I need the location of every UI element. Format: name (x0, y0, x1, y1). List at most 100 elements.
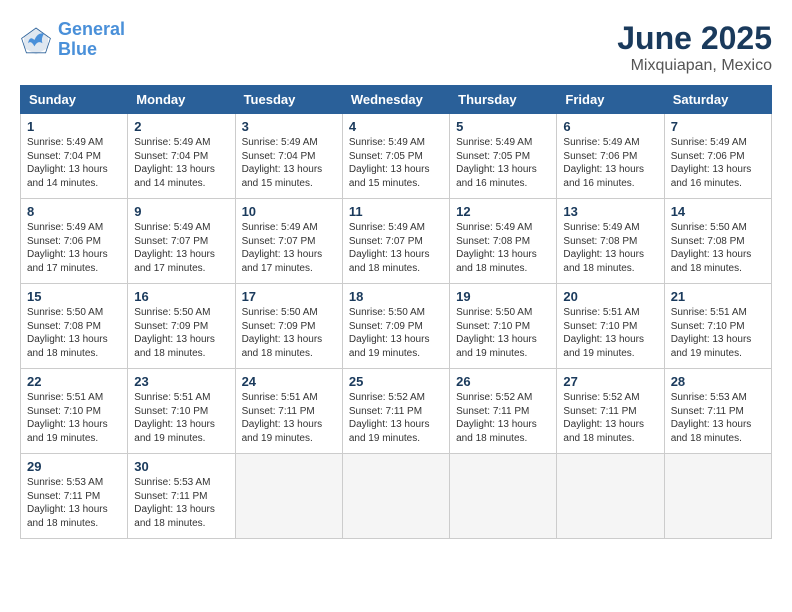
day-cell-6: 6 Sunrise: 5:49 AMSunset: 7:06 PMDayligh… (557, 114, 664, 199)
day-number-20: 20 (563, 289, 657, 304)
day-number-26: 26 (456, 374, 550, 389)
cell-info-3: Sunrise: 5:49 AMSunset: 7:04 PMDaylight:… (242, 137, 323, 189)
cell-info-7: Sunrise: 5:49 AMSunset: 7:06 PMDaylight:… (671, 137, 752, 189)
day-cell-3: 3 Sunrise: 5:49 AMSunset: 7:04 PMDayligh… (235, 114, 342, 199)
header: General Blue June 2025 Mixquiapan, Mexic… (20, 20, 772, 75)
cell-info-18: Sunrise: 5:50 AMSunset: 7:09 PMDaylight:… (349, 307, 430, 359)
day-number-12: 12 (456, 204, 550, 219)
calendar-row-5: 29 Sunrise: 5:53 AMSunset: 7:11 PMDaylig… (21, 454, 772, 539)
title-area: June 2025 Mixquiapan, Mexico (617, 20, 772, 75)
cell-info-26: Sunrise: 5:52 AMSunset: 7:11 PMDaylight:… (456, 392, 537, 444)
empty-cell (557, 454, 664, 539)
day-cell-14: 14 Sunrise: 5:50 AMSunset: 7:08 PMDaylig… (664, 199, 771, 284)
day-cell-18: 18 Sunrise: 5:50 AMSunset: 7:09 PMDaylig… (342, 284, 449, 369)
cell-info-28: Sunrise: 5:53 AMSunset: 7:11 PMDaylight:… (671, 392, 752, 444)
day-cell-27: 27 Sunrise: 5:52 AMSunset: 7:11 PMDaylig… (557, 369, 664, 454)
day-number-7: 7 (671, 119, 765, 134)
calendar-row-4: 22 Sunrise: 5:51 AMSunset: 7:10 PMDaylig… (21, 369, 772, 454)
cell-info-2: Sunrise: 5:49 AMSunset: 7:04 PMDaylight:… (134, 137, 215, 189)
cell-info-30: Sunrise: 5:53 AMSunset: 7:11 PMDaylight:… (134, 477, 215, 529)
day-cell-25: 25 Sunrise: 5:52 AMSunset: 7:11 PMDaylig… (342, 369, 449, 454)
cell-info-23: Sunrise: 5:51 AMSunset: 7:10 PMDaylight:… (134, 392, 215, 444)
logo-general: General (58, 19, 125, 39)
day-cell-11: 11 Sunrise: 5:49 AMSunset: 7:07 PMDaylig… (342, 199, 449, 284)
day-cell-5: 5 Sunrise: 5:49 AMSunset: 7:05 PMDayligh… (450, 114, 557, 199)
day-cell-17: 17 Sunrise: 5:50 AMSunset: 7:09 PMDaylig… (235, 284, 342, 369)
cell-info-22: Sunrise: 5:51 AMSunset: 7:10 PMDaylight:… (27, 392, 108, 444)
cell-info-12: Sunrise: 5:49 AMSunset: 7:08 PMDaylight:… (456, 222, 537, 274)
day-number-19: 19 (456, 289, 550, 304)
day-cell-22: 22 Sunrise: 5:51 AMSunset: 7:10 PMDaylig… (21, 369, 128, 454)
cell-info-20: Sunrise: 5:51 AMSunset: 7:10 PMDaylight:… (563, 307, 644, 359)
day-number-5: 5 (456, 119, 550, 134)
day-cell-9: 9 Sunrise: 5:49 AMSunset: 7:07 PMDayligh… (128, 199, 235, 284)
day-number-14: 14 (671, 204, 765, 219)
day-cell-30: 30 Sunrise: 5:53 AMSunset: 7:11 PMDaylig… (128, 454, 235, 539)
col-friday: Friday (557, 86, 664, 114)
day-number-30: 30 (134, 459, 228, 474)
day-cell-10: 10 Sunrise: 5:49 AMSunset: 7:07 PMDaylig… (235, 199, 342, 284)
calendar-row-1: 1 Sunrise: 5:49 AMSunset: 7:04 PMDayligh… (21, 114, 772, 199)
day-number-18: 18 (349, 289, 443, 304)
logo-icon (20, 24, 52, 56)
cell-info-13: Sunrise: 5:49 AMSunset: 7:08 PMDaylight:… (563, 222, 644, 274)
cell-info-9: Sunrise: 5:49 AMSunset: 7:07 PMDaylight:… (134, 222, 215, 274)
col-tuesday: Tuesday (235, 86, 342, 114)
cell-info-1: Sunrise: 5:49 AMSunset: 7:04 PMDaylight:… (27, 137, 108, 189)
day-cell-20: 20 Sunrise: 5:51 AMSunset: 7:10 PMDaylig… (557, 284, 664, 369)
cell-info-4: Sunrise: 5:49 AMSunset: 7:05 PMDaylight:… (349, 137, 430, 189)
day-number-10: 10 (242, 204, 336, 219)
cell-info-24: Sunrise: 5:51 AMSunset: 7:11 PMDaylight:… (242, 392, 323, 444)
day-cell-7: 7 Sunrise: 5:49 AMSunset: 7:06 PMDayligh… (664, 114, 771, 199)
day-number-9: 9 (134, 204, 228, 219)
day-number-8: 8 (27, 204, 121, 219)
day-cell-12: 12 Sunrise: 5:49 AMSunset: 7:08 PMDaylig… (450, 199, 557, 284)
calendar-table: Sunday Monday Tuesday Wednesday Thursday… (20, 85, 772, 539)
col-wednesday: Wednesday (342, 86, 449, 114)
cell-info-6: Sunrise: 5:49 AMSunset: 7:06 PMDaylight:… (563, 137, 644, 189)
day-cell-23: 23 Sunrise: 5:51 AMSunset: 7:10 PMDaylig… (128, 369, 235, 454)
cell-info-8: Sunrise: 5:49 AMSunset: 7:06 PMDaylight:… (27, 222, 108, 274)
empty-cell (664, 454, 771, 539)
logo-blue: Blue (58, 39, 97, 59)
day-cell-29: 29 Sunrise: 5:53 AMSunset: 7:11 PMDaylig… (21, 454, 128, 539)
col-saturday: Saturday (664, 86, 771, 114)
cell-info-25: Sunrise: 5:52 AMSunset: 7:11 PMDaylight:… (349, 392, 430, 444)
cell-info-16: Sunrise: 5:50 AMSunset: 7:09 PMDaylight:… (134, 307, 215, 359)
day-number-11: 11 (349, 204, 443, 219)
empty-cell (342, 454, 449, 539)
cell-info-19: Sunrise: 5:50 AMSunset: 7:10 PMDaylight:… (456, 307, 537, 359)
calendar-row-3: 15 Sunrise: 5:50 AMSunset: 7:08 PMDaylig… (21, 284, 772, 369)
empty-cell (450, 454, 557, 539)
day-number-29: 29 (27, 459, 121, 474)
empty-cell (235, 454, 342, 539)
cell-info-10: Sunrise: 5:49 AMSunset: 7:07 PMDaylight:… (242, 222, 323, 274)
day-number-13: 13 (563, 204, 657, 219)
cell-info-17: Sunrise: 5:50 AMSunset: 7:09 PMDaylight:… (242, 307, 323, 359)
day-cell-24: 24 Sunrise: 5:51 AMSunset: 7:11 PMDaylig… (235, 369, 342, 454)
cell-info-27: Sunrise: 5:52 AMSunset: 7:11 PMDaylight:… (563, 392, 644, 444)
day-cell-8: 8 Sunrise: 5:49 AMSunset: 7:06 PMDayligh… (21, 199, 128, 284)
logo-text: General Blue (58, 20, 125, 60)
day-number-23: 23 (134, 374, 228, 389)
day-number-6: 6 (563, 119, 657, 134)
day-number-1: 1 (27, 119, 121, 134)
day-number-24: 24 (242, 374, 336, 389)
calendar-subtitle: Mixquiapan, Mexico (617, 57, 772, 75)
day-cell-13: 13 Sunrise: 5:49 AMSunset: 7:08 PMDaylig… (557, 199, 664, 284)
day-number-22: 22 (27, 374, 121, 389)
col-monday: Monday (128, 86, 235, 114)
day-number-3: 3 (242, 119, 336, 134)
day-number-2: 2 (134, 119, 228, 134)
cell-info-11: Sunrise: 5:49 AMSunset: 7:07 PMDaylight:… (349, 222, 430, 274)
day-number-28: 28 (671, 374, 765, 389)
cell-info-14: Sunrise: 5:50 AMSunset: 7:08 PMDaylight:… (671, 222, 752, 274)
cell-info-5: Sunrise: 5:49 AMSunset: 7:05 PMDaylight:… (456, 137, 537, 189)
day-cell-16: 16 Sunrise: 5:50 AMSunset: 7:09 PMDaylig… (128, 284, 235, 369)
day-cell-26: 26 Sunrise: 5:52 AMSunset: 7:11 PMDaylig… (450, 369, 557, 454)
day-number-25: 25 (349, 374, 443, 389)
day-cell-1: 1 Sunrise: 5:49 AMSunset: 7:04 PMDayligh… (21, 114, 128, 199)
day-number-17: 17 (242, 289, 336, 304)
day-number-21: 21 (671, 289, 765, 304)
calendar-row-2: 8 Sunrise: 5:49 AMSunset: 7:06 PMDayligh… (21, 199, 772, 284)
